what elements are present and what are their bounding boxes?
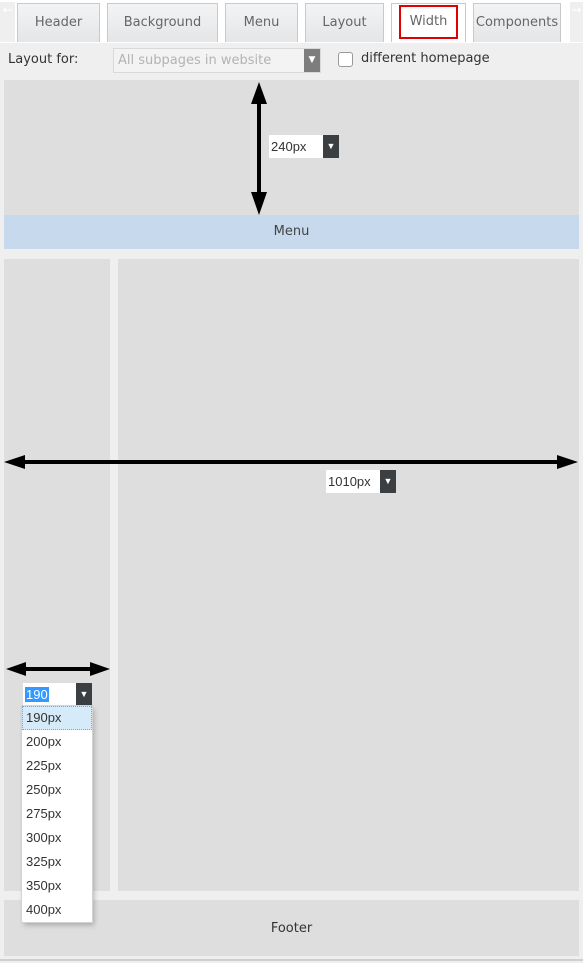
tab-bar: ← Header Background Menu Layout Width Co… <box>0 0 583 43</box>
option-250px[interactable]: 250px <box>22 778 92 802</box>
header-height-value: 240px <box>271 139 307 154</box>
layout-for-select[interactable]: All subpages in website ▼ <box>113 48 321 73</box>
sidebar-width-arrow[interactable] <box>6 662 110 676</box>
options-bar: Layout for: All subpages in website ▼ di… <box>0 43 583 78</box>
option-350px[interactable]: 350px <box>22 874 92 898</box>
chevron-down-icon: ▼ <box>304 49 320 72</box>
header-height-arrow[interactable] <box>251 82 267 215</box>
tab-header[interactable]: Header <box>17 3 100 42</box>
sidebar-width-options-list: 190px 200px 225px 250px 275px 300px 325p… <box>22 706 92 922</box>
tab-width-highlight: Width <box>399 5 458 39</box>
option-190px[interactable]: 190px <box>22 706 92 730</box>
option-400px[interactable]: 400px <box>22 898 92 922</box>
different-homepage-label[interactable]: different homepage <box>361 51 490 66</box>
chevron-down-icon: ▼ <box>323 135 339 158</box>
option-300px[interactable]: 300px <box>22 826 92 850</box>
layout-for-value: All subpages in website <box>118 53 272 68</box>
chevron-down-icon[interactable]: ▼ <box>76 683 92 706</box>
tab-layout[interactable]: Layout <box>305 3 384 42</box>
tab-background[interactable]: Background <box>107 3 218 42</box>
option-200px[interactable]: 200px <box>22 730 92 754</box>
sidebar-width-input[interactable]: 190 ▼ <box>23 683 92 706</box>
option-275px[interactable]: 275px <box>22 802 92 826</box>
scroll-tabs-right-button[interactable]: → <box>570 2 583 42</box>
page-width-select[interactable]: 1010px ▼ <box>326 470 396 493</box>
arrow-right-icon: → <box>571 3 582 17</box>
tab-width[interactable]: Width <box>391 3 466 42</box>
page-width-value: 1010px <box>328 474 371 489</box>
tab-menu[interactable]: Menu <box>225 3 298 42</box>
chevron-down-icon: ▼ <box>380 470 396 493</box>
different-homepage-checkbox[interactable] <box>338 52 353 67</box>
layout-for-label: Layout for: <box>8 52 79 67</box>
sidebar-width-value: 190 <box>25 687 49 702</box>
header-height-select[interactable]: 240px ▼ <box>269 135 339 158</box>
option-325px[interactable]: 325px <box>22 850 92 874</box>
page-width-arrow[interactable] <box>4 455 578 469</box>
tab-components[interactable]: Components <box>473 3 561 42</box>
arrow-left-icon: ← <box>2 3 13 17</box>
scroll-tabs-left-button[interactable]: ← <box>0 2 15 42</box>
option-225px[interactable]: 225px <box>22 754 92 778</box>
